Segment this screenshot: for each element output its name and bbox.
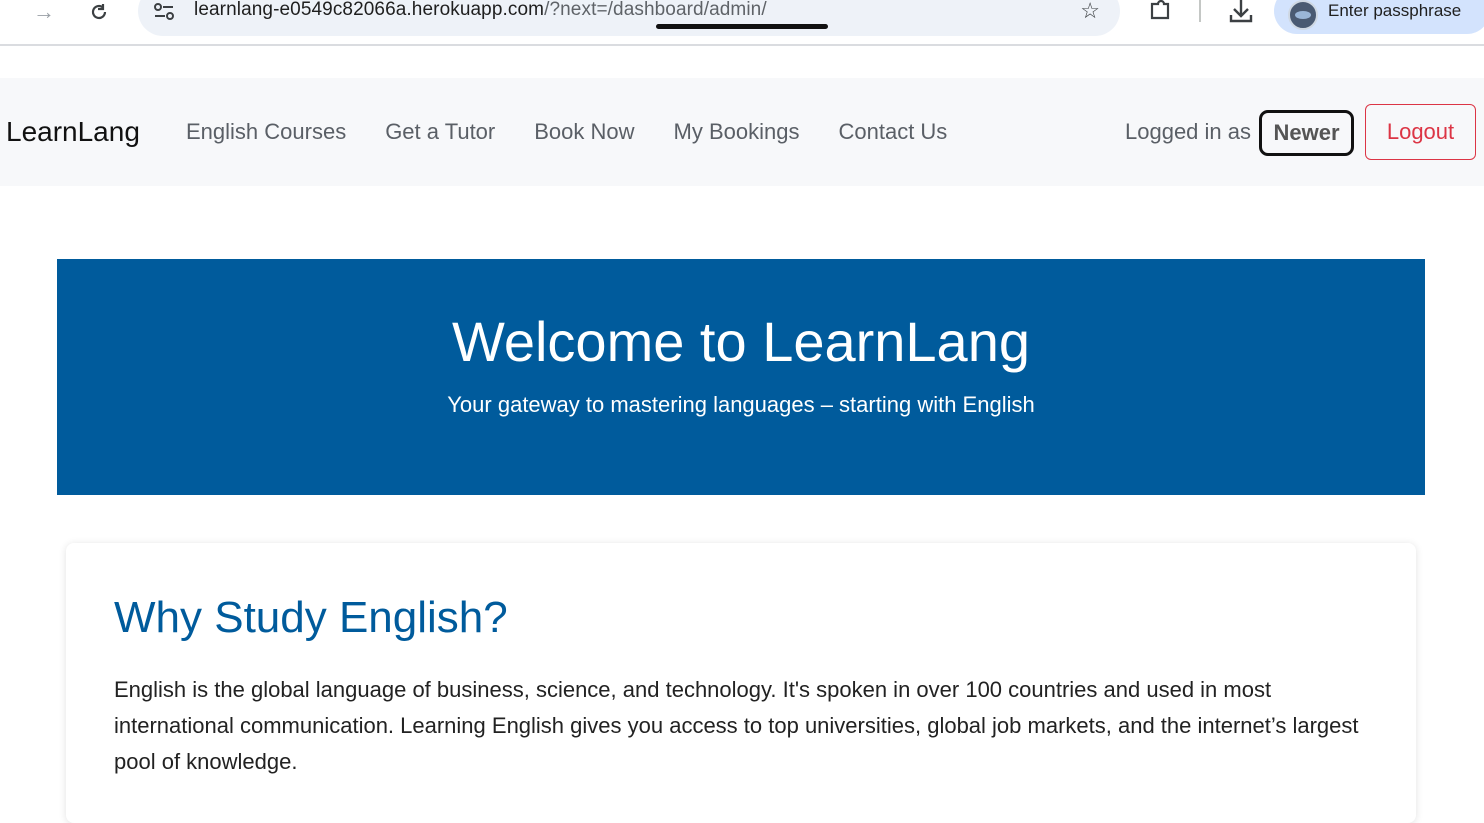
url-host: learnlang-e0549c82066a.herokuapp.com [194, 0, 545, 20]
logged-in-label: Logged in as [1125, 119, 1251, 144]
reload-icon[interactable] [85, 0, 113, 24]
hero-subtitle: Your gateway to mastering languages – st… [447, 392, 1035, 417]
extensions-icon[interactable] [1148, 0, 1174, 24]
url-annotation-underline [656, 24, 828, 29]
address-url[interactable]: learnlang-e0549c82066a.herokuapp.com/?ne… [194, 0, 767, 21]
nav-link-book-now[interactable]: Book Now [534, 119, 634, 145]
hero-title: Welcome to LearnLang [452, 310, 1030, 373]
address-bar[interactable]: learnlang-e0549c82066a.herokuapp.com/?ne… [138, 0, 1120, 36]
url-path: /?next=/dashboard/admin/ [544, 0, 767, 20]
nav-link-my-bookings[interactable]: My Bookings [674, 119, 800, 145]
profile-chip[interactable]: Enter passphrase [1274, 0, 1484, 34]
card-heading: Why Study English? [114, 593, 508, 642]
site-navbar: LearnLang English Courses Get a Tutor Bo… [0, 78, 1484, 186]
hero-banner: Welcome to LearnLang Your gateway to mas… [57, 259, 1425, 495]
logout-button[interactable]: Logout [1365, 104, 1476, 160]
username: Newer [1259, 110, 1354, 156]
why-study-card: Why Study English? English is the global… [66, 543, 1416, 823]
card-body: English is the global language of busine… [114, 677, 1359, 774]
avatar [1288, 0, 1318, 30]
browser-toolbar: → learnlang-e0549c82066a.herokuapp.com/?… [0, 0, 1484, 46]
bookmark-star-icon[interactable]: ☆ [1080, 0, 1100, 24]
download-icon[interactable] [1228, 0, 1254, 26]
toolbar-divider [1199, 0, 1201, 22]
nav-link-get-a-tutor[interactable]: Get a Tutor [385, 119, 495, 145]
forward-icon[interactable]: → [30, 0, 58, 24]
profile-label: Enter passphrase [1328, 1, 1462, 20]
site-info-icon[interactable] [152, 0, 176, 22]
nav-link-contact-us[interactable]: Contact Us [838, 119, 947, 145]
brand-logo[interactable]: LearnLang [6, 116, 140, 148]
nav-link-english-courses[interactable]: English Courses [186, 119, 346, 145]
nav-links: English Courses Get a Tutor Book Now My … [186, 119, 986, 145]
